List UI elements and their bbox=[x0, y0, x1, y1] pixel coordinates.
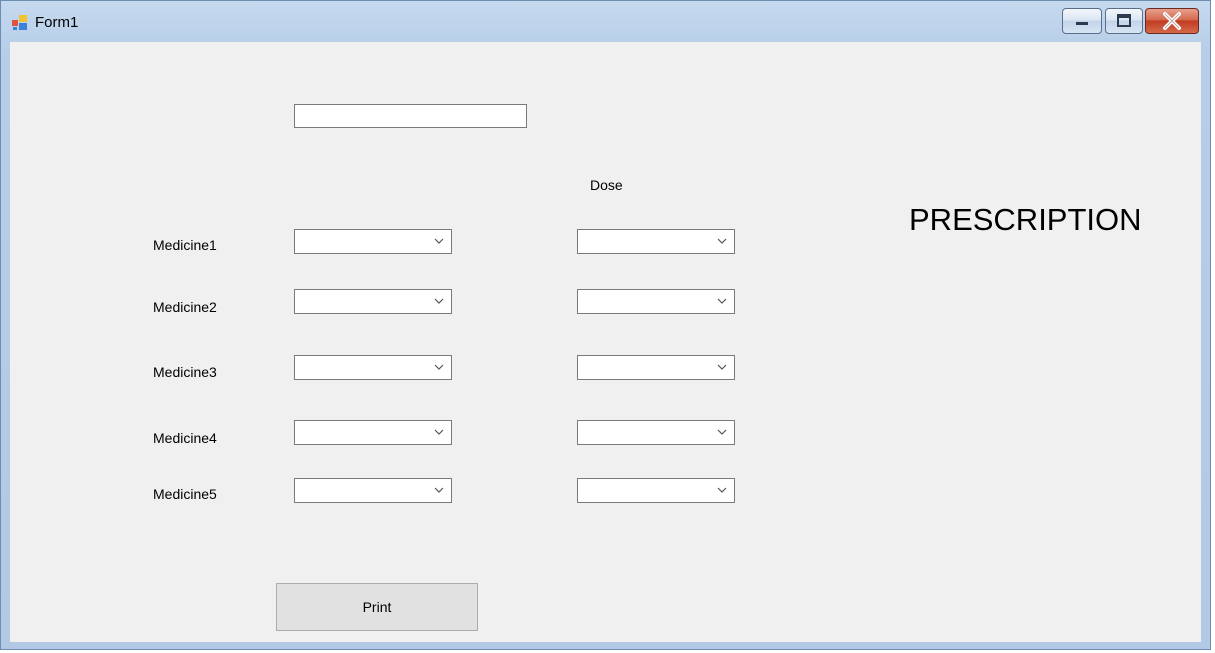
print-button[interactable]: Print bbox=[276, 583, 478, 631]
dose5-combobox[interactable] bbox=[577, 478, 735, 503]
dose-label: Dose bbox=[590, 177, 623, 193]
window-title: Form1 bbox=[35, 14, 79, 31]
chevron-down-icon bbox=[717, 238, 727, 244]
title-bar[interactable]: Form1 bbox=[1, 1, 1210, 41]
maximize-button[interactable] bbox=[1105, 8, 1143, 34]
dose1-combobox[interactable] bbox=[577, 229, 735, 254]
dose4-combobox[interactable] bbox=[577, 420, 735, 445]
medicine1-label: Medicine1 bbox=[153, 237, 217, 253]
chevron-down-icon bbox=[434, 364, 444, 370]
medicine1-combobox[interactable] bbox=[294, 229, 452, 254]
form-app-icon bbox=[12, 15, 27, 30]
dose2-combobox[interactable] bbox=[577, 289, 735, 314]
dose3-combobox[interactable] bbox=[577, 355, 735, 380]
medicine4-label: Medicine4 bbox=[153, 430, 217, 446]
chevron-down-icon bbox=[434, 238, 444, 244]
prescription-heading: PRESCRIPTION bbox=[909, 202, 1142, 237]
close-button[interactable] bbox=[1145, 8, 1199, 34]
minimize-button[interactable] bbox=[1062, 8, 1102, 34]
form-client-area: Dose PRESCRIPTION Medicine1 Medicine2 Me… bbox=[10, 42, 1201, 642]
medicine5-label: Medicine5 bbox=[153, 486, 217, 502]
medicine2-label: Medicine2 bbox=[153, 299, 217, 315]
medicine3-label: Medicine3 bbox=[153, 364, 217, 380]
medicine2-combobox[interactable] bbox=[294, 289, 452, 314]
chevron-down-icon bbox=[434, 487, 444, 493]
close-icon bbox=[1163, 12, 1181, 30]
form1-window: Form1 Dose PRESCRIPTION Medicine1 Medici… bbox=[0, 0, 1211, 650]
maximize-icon bbox=[1117, 14, 1131, 27]
medicine4-combobox[interactable] bbox=[294, 420, 452, 445]
chevron-down-icon bbox=[434, 298, 444, 304]
minimize-icon bbox=[1076, 22, 1088, 25]
chevron-down-icon bbox=[717, 364, 727, 370]
chevron-down-icon bbox=[434, 429, 444, 435]
chevron-down-icon bbox=[717, 429, 727, 435]
patient-name-textbox[interactable] bbox=[294, 104, 527, 128]
chevron-down-icon bbox=[717, 487, 727, 493]
medicine3-combobox[interactable] bbox=[294, 355, 452, 380]
chevron-down-icon bbox=[717, 298, 727, 304]
medicine5-combobox[interactable] bbox=[294, 478, 452, 503]
